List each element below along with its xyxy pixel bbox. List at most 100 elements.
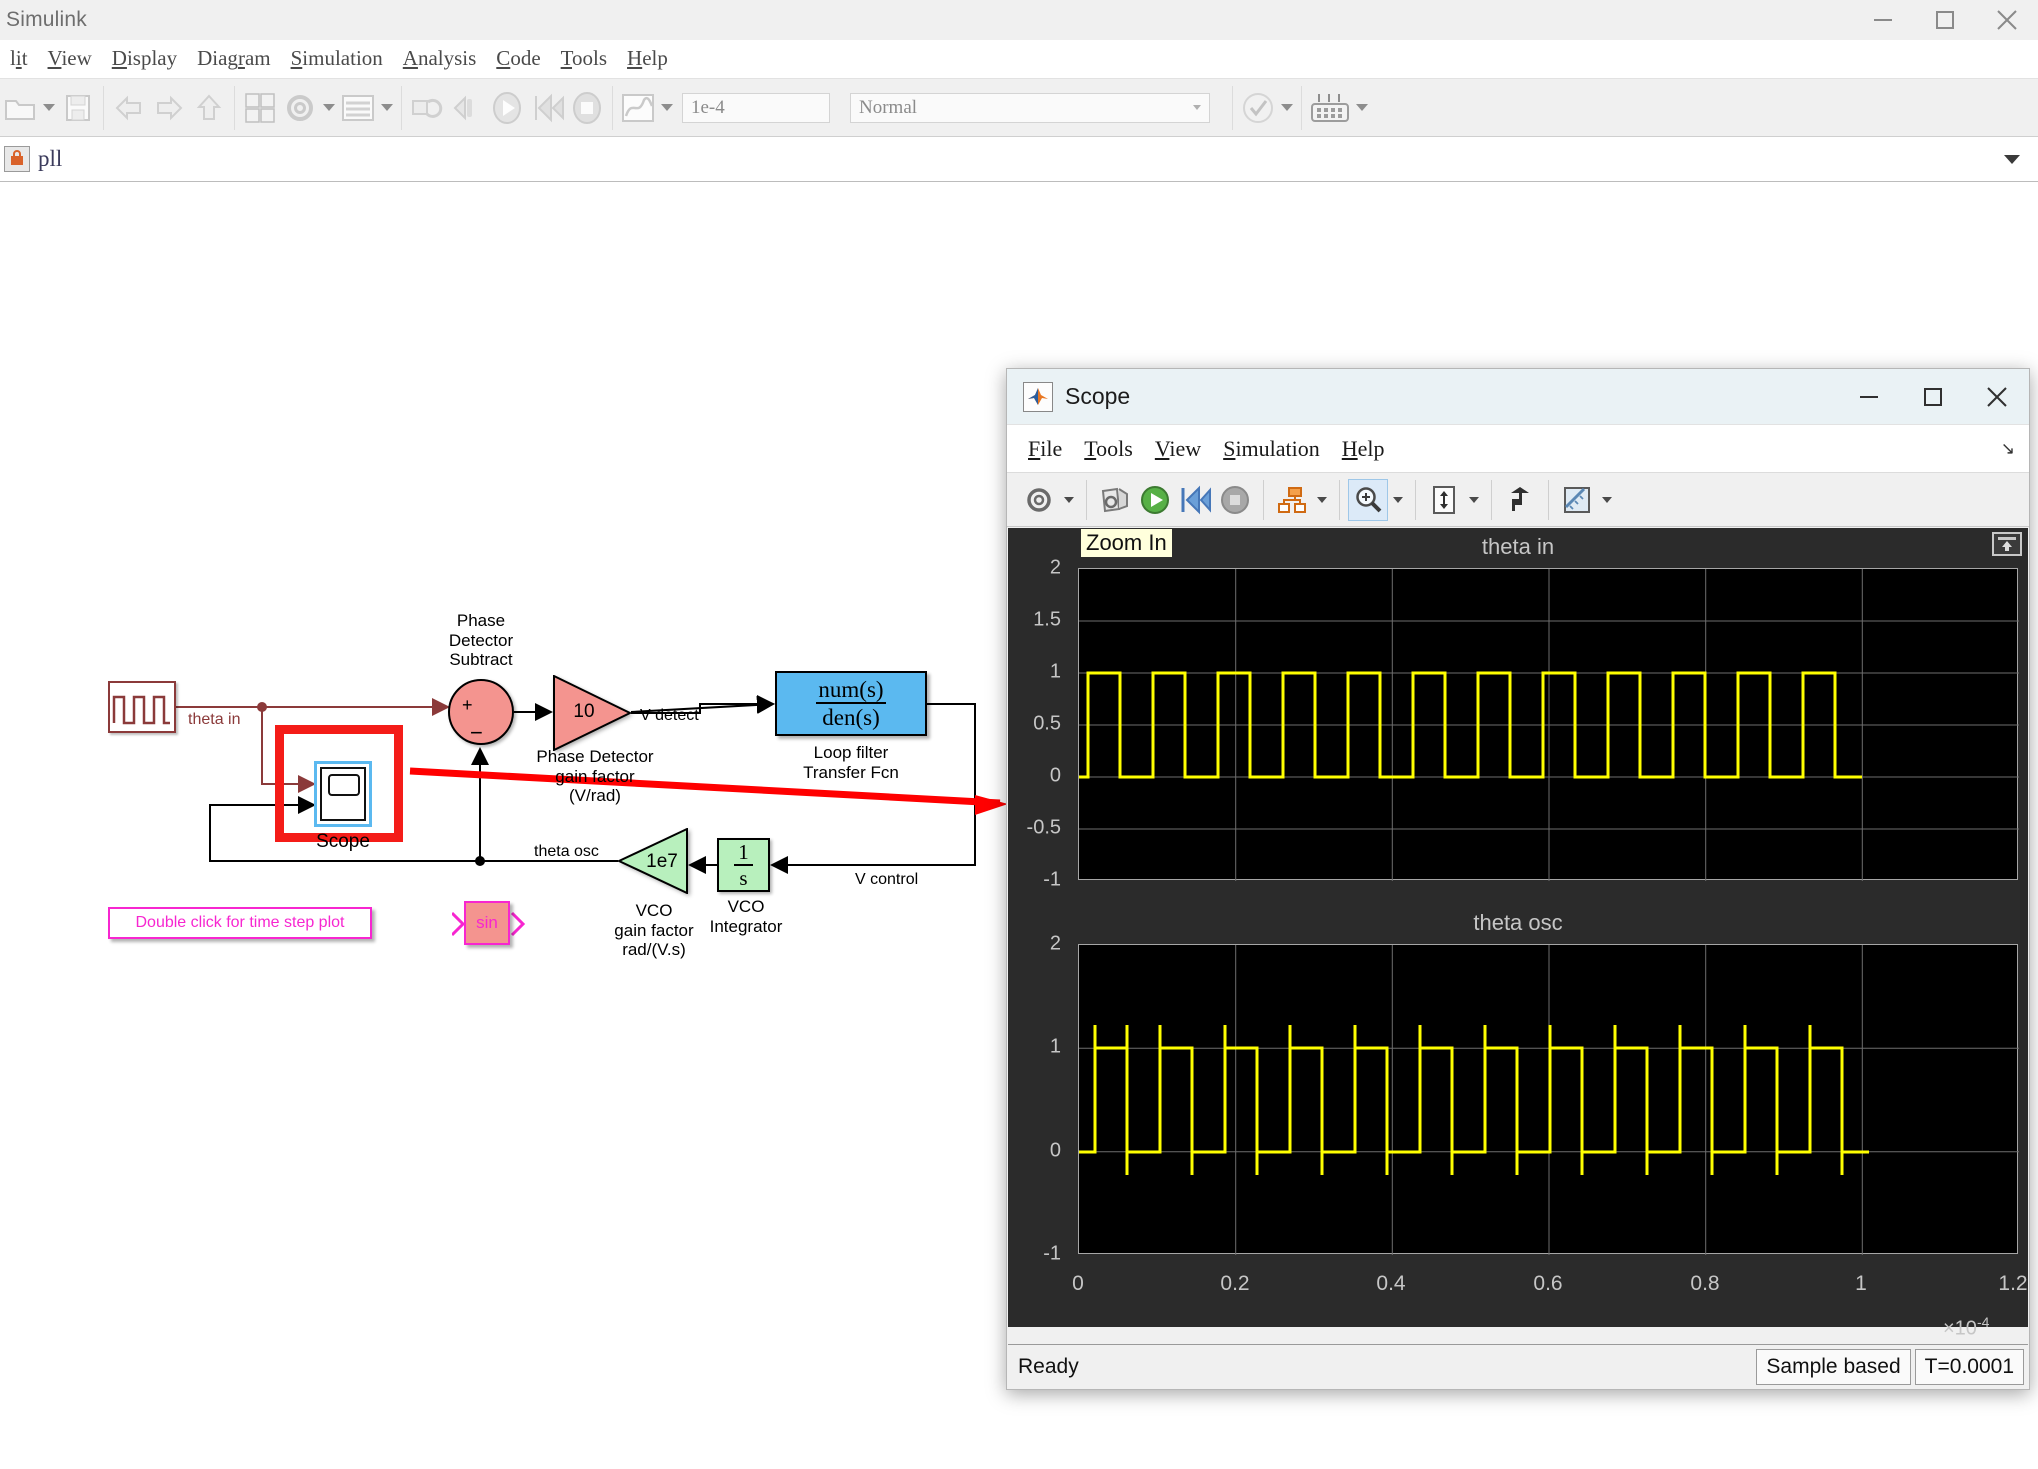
model-explorer-icon[interactable] (338, 86, 378, 130)
plot-2-ytick: 1 (1008, 1036, 1068, 1059)
up-arrow-icon[interactable] (189, 86, 229, 130)
scale-axes-limits-icon[interactable] (1500, 479, 1540, 521)
autoscale-dropdown-caret[interactable] (1464, 479, 1483, 521)
menu-analysis[interactable]: Analysis (393, 44, 487, 73)
scope-menu-view[interactable]: View (1144, 434, 1212, 464)
vco-integrator-block[interactable]: 1 s (717, 838, 770, 892)
stop-icon[interactable] (567, 86, 607, 130)
zoom-dropdown-caret[interactable] (1388, 479, 1407, 521)
scope-toolbar-separator (1548, 480, 1549, 520)
scope-plot-area[interactable]: theta in (1008, 528, 2028, 1327)
simulation-mode-select[interactable]: Normal (850, 93, 1210, 123)
model-advisor-icon[interactable] (1238, 86, 1278, 130)
update-model-icon[interactable] (407, 86, 447, 130)
zoom-in-icon[interactable] (1348, 479, 1388, 521)
autoscale-icon[interactable] (1424, 479, 1464, 521)
breadcrumb-dropdown-caret[interactable] (2004, 155, 2020, 164)
plot-xtick: 0.4 (1376, 1272, 1405, 1296)
menu-diagram[interactable]: Diagram (187, 44, 280, 73)
scope-maximize-icon[interactable] (1901, 369, 1965, 425)
scope-menu-expand-icon[interactable]: ↘ (2001, 439, 2015, 459)
sum-minus-sign: − (470, 720, 483, 746)
signal-selector-icon[interactable] (1272, 479, 1312, 521)
toolbar-separator (1301, 86, 1302, 130)
scope-toolbar-separator (1415, 480, 1416, 520)
toolbar-separator (401, 86, 402, 130)
scope-status-bar: Ready Sample based T=0.0001 (1008, 1344, 2028, 1388)
x-axis-multiplier-base: ×10 (1943, 1318, 1977, 1340)
toolbar-separator (103, 86, 104, 130)
menu-code[interactable]: Code (486, 44, 550, 73)
step-forward-icon[interactable] (527, 86, 567, 130)
cursor-measurements-icon[interactable] (1557, 479, 1597, 521)
x-axis-multiplier-exponent: -4 (1977, 1314, 1989, 1330)
menu-simulation[interactable]: Simulation (281, 44, 393, 73)
scope-block[interactable] (314, 761, 372, 827)
scope-menu-tools[interactable]: Tools (1073, 434, 1144, 464)
menu-display[interactable]: Display (102, 44, 187, 73)
scope-run-icon[interactable] (1135, 479, 1175, 521)
back-arrow-icon[interactable] (109, 86, 149, 130)
configuration-properties-icon[interactable] (1019, 479, 1059, 521)
scope-menu-simulation[interactable]: Simulation (1212, 434, 1331, 464)
plot-2-ytick: 0 (1008, 1140, 1068, 1163)
fast-restart-icon[interactable] (447, 86, 487, 130)
menu-edit[interactable]: lit (0, 44, 38, 73)
time-step-plot-note[interactable]: Double click for time step plot (108, 907, 372, 939)
menu-view[interactable]: View (38, 44, 102, 73)
data-inspector-icon[interactable] (1307, 86, 1353, 130)
menu-help[interactable]: Help (617, 44, 678, 73)
scope-menu-help[interactable]: Help (1331, 434, 1396, 464)
simulation-parameters-icon[interactable] (1095, 479, 1135, 521)
scope-toolbar-separator (1339, 480, 1340, 520)
library-browser-icon[interactable] (240, 86, 280, 130)
pulse-generator-block[interactable] (108, 681, 176, 733)
model-config-dropdown-caret[interactable] (320, 86, 338, 130)
transfer-fcn-numerator: num(s) (816, 678, 885, 704)
signal-selector-dropdown-caret[interactable] (1312, 479, 1331, 521)
scope-viewer-icon[interactable] (618, 86, 658, 130)
scope-status-frame-mode: Sample based (1756, 1349, 1910, 1385)
scope-minimize-icon[interactable] (1837, 369, 1901, 425)
scope-close-icon[interactable] (1965, 369, 2029, 425)
plot-xtick: 1.2 (1998, 1272, 2027, 1296)
phase-detector-gain-value: 10 (566, 701, 602, 723)
toolbar-separator (234, 86, 235, 130)
model-config-icon[interactable] (280, 86, 320, 130)
scope-viewer-dropdown-caret[interactable] (658, 86, 676, 130)
stop-time-input[interactable]: 1e-4 (682, 93, 830, 123)
plot-xtick: 0 (1072, 1272, 1084, 1296)
scope-step-forward-icon[interactable] (1175, 479, 1215, 521)
data-inspector-dropdown-caret[interactable] (1353, 86, 1371, 130)
menu-tools[interactable]: Tools (551, 44, 617, 73)
toolbar-separator (1232, 86, 1233, 130)
run-icon[interactable] (487, 86, 527, 130)
scope-stop-icon[interactable] (1215, 479, 1255, 521)
minimize-icon[interactable] (1852, 0, 1914, 40)
vco-integrator-label: VCO Integrator (700, 897, 792, 936)
transfer-fcn-denominator: den(s) (816, 704, 885, 729)
configuration-dropdown-caret[interactable] (1059, 479, 1078, 521)
plot-1-axes[interactable] (1078, 568, 2018, 880)
simulink-menubar: lit View Display Diagram Simulation Anal… (0, 40, 2038, 78)
plot-1-canvas (1079, 569, 2019, 881)
open-dropdown-caret[interactable] (40, 86, 58, 130)
measurements-dropdown-caret[interactable] (1597, 479, 1616, 521)
save-icon[interactable] (58, 86, 98, 130)
breadcrumb-model-name[interactable]: pll (38, 146, 62, 172)
close-icon[interactable] (1976, 0, 2038, 40)
plot-2-axes[interactable] (1078, 944, 2018, 1254)
plot-1-ytick: 1 (1008, 661, 1068, 684)
simulink-window-title: Simulink (0, 8, 87, 32)
forward-arrow-icon[interactable] (149, 86, 189, 130)
zoom-in-tooltip: Zoom In (1080, 528, 1173, 558)
model-explorer-dropdown-caret[interactable] (378, 86, 396, 130)
maximize-icon[interactable] (1914, 0, 1976, 40)
scope-block-label: Scope (302, 831, 384, 853)
open-folder-icon[interactable] (0, 86, 40, 130)
model-advisor-dropdown-caret[interactable] (1278, 86, 1296, 130)
simulink-titlebar: Simulink (0, 0, 2038, 40)
sin-block[interactable]: sin (464, 901, 510, 945)
loop-filter-transfer-fcn-block[interactable]: num(s) den(s) (775, 671, 927, 736)
scope-menu-file[interactable]: File (1017, 434, 1073, 464)
